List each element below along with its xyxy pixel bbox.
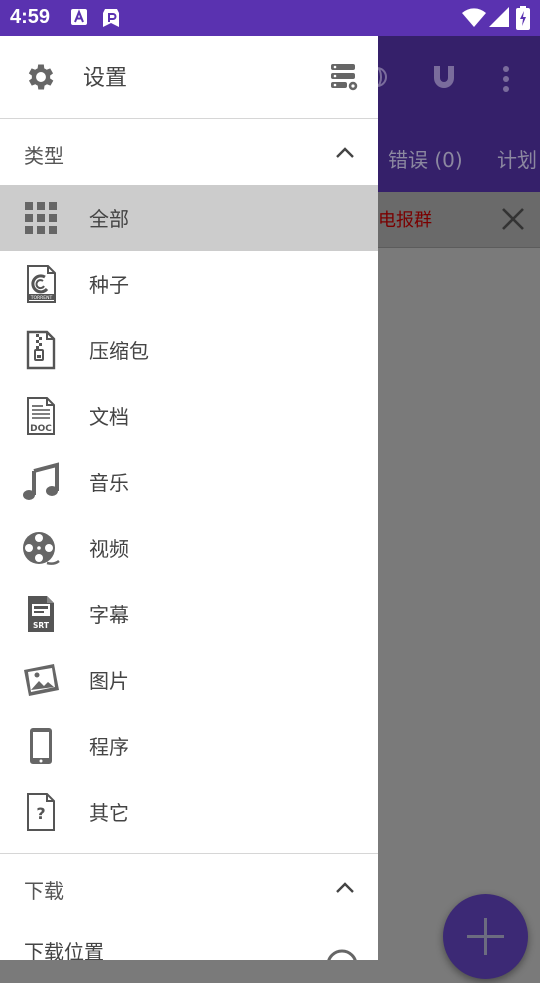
srt-file-icon: SRT <box>21 594 61 634</box>
phone-icon <box>21 726 61 766</box>
help-circle-icon[interactable] <box>325 948 359 960</box>
drawer-item-program[interactable]: 程序 <box>0 713 378 779</box>
drawer-item-label: 视频 <box>89 537 129 561</box>
drawer-item-label: 图片 <box>89 669 129 693</box>
battery-icon <box>516 6 530 34</box>
navigation-drawer: 设置 类型 全部 TORRENT 种子 压缩包 DOC 文档 音乐 视频 SRT… <box>0 36 378 960</box>
download-section-header[interactable]: 下载 <box>0 855 378 921</box>
svg-text:DOC: DOC <box>30 424 52 434</box>
app-p-notification-icon <box>102 8 120 32</box>
type-section-label: 类型 <box>24 144 64 168</box>
image-icon <box>21 660 61 700</box>
gear-icon[interactable] <box>24 60 58 98</box>
app-a-notification-icon <box>70 8 88 30</box>
magnet-icon[interactable] <box>431 64 457 96</box>
drawer-item-image[interactable]: 图片 <box>0 647 378 713</box>
svg-text:TORRENT: TORRENT <box>30 295 53 301</box>
drawer-item-torrent[interactable]: TORRENT 种子 <box>0 251 378 317</box>
drawer-item-label: 压缩包 <box>89 339 149 363</box>
drawer-item-document[interactable]: DOC 文档 <box>0 383 378 449</box>
download-section-label: 下载 <box>24 879 64 903</box>
drawer-item-label: 全部 <box>89 207 129 231</box>
drawer-item-label: 程序 <box>89 735 129 759</box>
download-location-label[interactable]: 下载位置 <box>24 936 104 960</box>
drawer-title[interactable]: 设置 <box>83 60 127 92</box>
chevron-up-icon[interactable] <box>334 142 356 168</box>
drawer-item-video[interactable]: 视频 <box>0 515 378 581</box>
drawer-item-label: 其它 <box>89 801 129 825</box>
doc-file-icon: DOC <box>21 396 61 436</box>
tab-scheduled[interactable]: 计划 <box>497 144 537 173</box>
drawer-item-subtitle[interactable]: SRT 字幕 <box>0 581 378 647</box>
zip-file-icon <box>21 330 61 370</box>
drawer-header: 设置 <box>0 36 378 119</box>
drawer-item-label: 音乐 <box>89 471 129 495</box>
type-section-header[interactable]: 类型 <box>0 120 378 186</box>
drawer-item-label: 文档 <box>89 405 129 429</box>
status-bar: 4:59 <box>0 0 540 36</box>
film-reel-icon <box>21 528 61 568</box>
drawer-item-archive[interactable]: 压缩包 <box>0 317 378 383</box>
svg-text:?: ? <box>36 804 45 823</box>
tab-errors[interactable]: 错误 (0) <box>388 144 463 173</box>
svg-text:SRT: SRT <box>33 621 50 630</box>
cell-signal-icon <box>489 7 509 31</box>
server-settings-icon[interactable] <box>330 62 360 96</box>
close-icon[interactable] <box>497 203 529 235</box>
drawer-item-label: 种子 <box>89 273 129 297</box>
drawer-item-label: 字幕 <box>89 603 129 627</box>
music-note-icon <box>21 462 61 502</box>
status-time: 4:59 <box>10 6 51 28</box>
chevron-up-icon[interactable] <box>334 877 356 903</box>
notice-text[interactable]: 电报群 <box>378 206 432 232</box>
grid-icon <box>21 198 61 238</box>
drawer-item-music[interactable]: 音乐 <box>0 449 378 515</box>
drawer-item-all[interactable]: 全部 <box>0 185 378 251</box>
unknown-file-icon: ? <box>21 792 61 832</box>
plus-icon <box>467 918 504 955</box>
section-divider <box>0 853 378 854</box>
wifi-icon <box>462 8 486 32</box>
add-download-button[interactable] <box>443 894 528 979</box>
overflow-menu-icon[interactable] <box>502 66 510 96</box>
drawer-item-other[interactable]: ? 其它 <box>0 779 378 845</box>
torrent-file-icon: TORRENT <box>21 264 61 304</box>
